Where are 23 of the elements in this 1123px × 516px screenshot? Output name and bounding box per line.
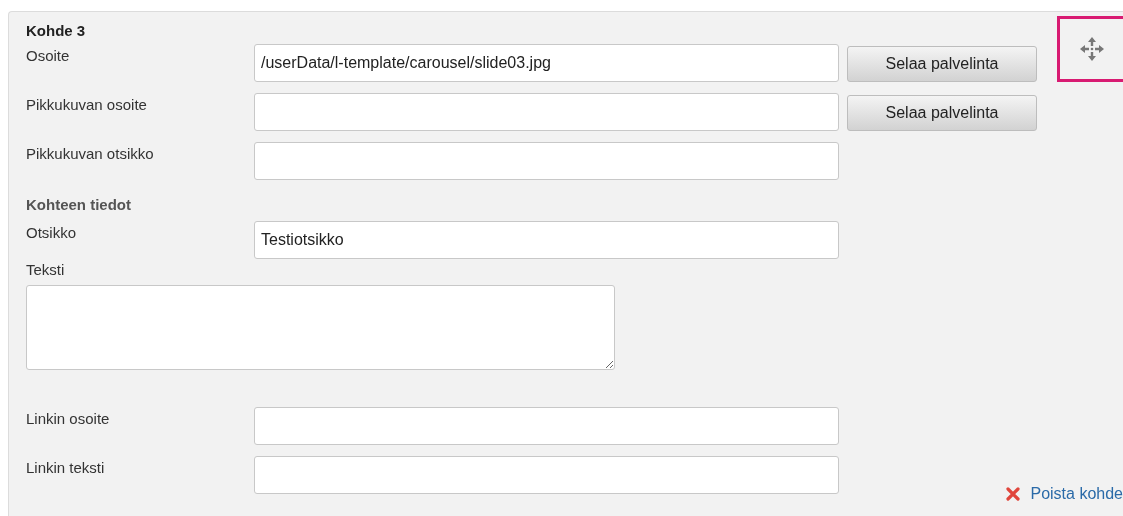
browse-server-button[interactable]: Selaa palvelinta (847, 45, 1037, 82)
move-icon (1078, 36, 1105, 62)
browse-server-button[interactable]: Selaa palvelinta (847, 94, 1037, 131)
delete-link[interactable]: Poista kohde (1006, 481, 1123, 506)
field-label: Teksti (26, 260, 66, 280)
drag-handle[interactable] (1057, 16, 1123, 82)
delete-link-text: Poista kohde (1030, 483, 1123, 504)
input-field[interactable]: /userData/l-template/carousel/slide03.jpg (254, 43, 839, 82)
field-label: Linkin teksti (26, 457, 106, 478)
input-field[interactable] (254, 455, 839, 494)
input-field[interactable] (254, 406, 839, 445)
input-field[interactable] (254, 92, 839, 131)
text-area[interactable] (26, 284, 615, 370)
field-label: Pikkukuvan osoite (26, 94, 148, 115)
close-icon (1006, 486, 1021, 501)
input-field[interactable]: Testiotsikko (254, 221, 839, 259)
field-label: Linkin osoite (26, 408, 111, 429)
field-label: Otsikko (26, 223, 77, 243)
field-label: Pikkukuvan otsikko (26, 143, 155, 164)
section-heading: Kohteen tiedot (26, 194, 132, 215)
input-field[interactable] (254, 141, 839, 180)
field-label: Osoite (26, 45, 71, 66)
item-heading: Kohde 3 (26, 21, 86, 41)
